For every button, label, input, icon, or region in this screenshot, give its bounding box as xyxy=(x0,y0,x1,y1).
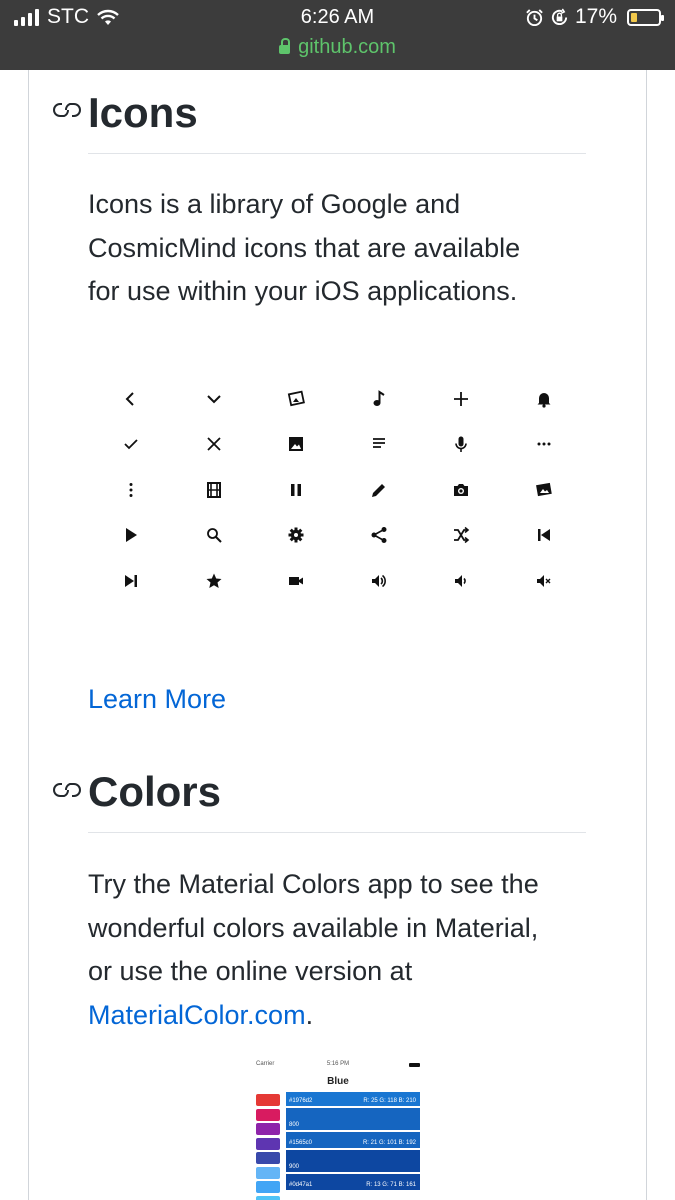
color-swatch xyxy=(256,1166,280,1179)
url-text: github.com xyxy=(298,36,396,58)
shade-label: #0d47a1 xyxy=(289,1182,313,1188)
image-icon xyxy=(255,422,338,468)
movie-icon xyxy=(173,467,256,513)
play-icon xyxy=(90,513,173,559)
icons-description-line: Icons is a library of Google and xyxy=(88,189,461,219)
plus-icon xyxy=(420,376,503,422)
section-heading-colors: Colors xyxy=(88,768,222,815)
battery-percent: 17% xyxy=(574,5,617,28)
preview-battery-icon xyxy=(409,1063,420,1067)
skip-forward-icon xyxy=(90,558,173,604)
color-swatch xyxy=(256,1137,280,1150)
volume-up-icon xyxy=(338,558,421,604)
pencil-icon xyxy=(338,467,421,513)
color-swatch xyxy=(256,1123,280,1135)
address-bar[interactable]: github.com xyxy=(0,36,675,59)
color-shade-row: #1976d2 R: 25 G: 118 B: 210 xyxy=(286,1092,420,1106)
orientation-lock-icon xyxy=(551,8,568,25)
shade-label: #1976d2 xyxy=(289,1098,313,1104)
shade-rgb: R: 21 G: 101 B: 192 xyxy=(362,1140,416,1146)
shade-rgb: R: 25 G: 118 B: 210 xyxy=(363,1098,416,1104)
shade-label: 800 xyxy=(289,1122,300,1128)
shade-label: 900 xyxy=(289,1164,300,1170)
link-anchor-icon[interactable] xyxy=(52,100,82,120)
link-anchor-icon[interactable] xyxy=(52,780,82,800)
colors-description-line: Try the Material Colors app to see the xyxy=(88,869,539,899)
volume-off-icon xyxy=(503,558,586,604)
color-shade-row: 900 xyxy=(286,1150,420,1172)
icons-description-line: CosmicMind icons that are available xyxy=(88,232,521,263)
color-swatch xyxy=(256,1152,280,1164)
sentence-period: . xyxy=(305,999,314,1030)
materialcolor-link[interactable]: MaterialColor.com xyxy=(88,1000,306,1030)
photo-library-icon xyxy=(503,467,586,513)
volume-down-icon xyxy=(420,558,503,604)
camera-icon xyxy=(420,467,503,513)
heading-divider xyxy=(88,832,586,833)
preview-time: 5:16 PM xyxy=(326,1061,350,1067)
microphone-icon xyxy=(420,422,503,468)
color-shade-row: #1565c0 R: 21 G: 101 B: 192 xyxy=(286,1132,420,1148)
color-swatch xyxy=(256,1108,280,1121)
battery-icon xyxy=(627,8,664,26)
more-vertical-icon xyxy=(90,467,173,513)
heading-divider xyxy=(88,153,586,154)
search-icon xyxy=(173,513,256,559)
preview-title: Blue xyxy=(327,1076,349,1087)
chevron-left-icon xyxy=(90,376,173,422)
bell-icon xyxy=(503,376,586,422)
icons-description-line: for use within your iOS applications. xyxy=(88,276,518,306)
settings-icon xyxy=(255,513,338,559)
shade-label: #1565c0 xyxy=(289,1140,313,1146)
alarm-icon xyxy=(526,8,543,26)
share-icon xyxy=(338,513,421,559)
music-note-icon xyxy=(338,376,421,422)
skip-back-icon xyxy=(503,513,586,559)
more-horizontal-icon xyxy=(503,422,586,468)
colors-description: Try the Material Colors app to see the w… xyxy=(88,863,586,1037)
lock-icon xyxy=(279,38,291,54)
learn-more-link[interactable]: Learn More xyxy=(88,684,586,715)
video-icon xyxy=(255,558,338,604)
pause-icon xyxy=(255,467,338,513)
material-colors-app-screenshot: Carrier 5:16 PM Blue #1976d2 R: 25 G: 118… xyxy=(254,1058,422,1200)
icons-preview-grid xyxy=(90,376,585,606)
photo-library-icon xyxy=(255,376,338,422)
shade-rgb: R: 13 G: 71 B: 161 xyxy=(366,1182,416,1188)
icons-description: Icons is a library of Google and CosmicM… xyxy=(88,183,586,314)
colors-description-line: MaterialColor.com. xyxy=(88,994,586,1038)
colors-description-line: or use the online version at xyxy=(88,956,413,986)
chevron-down-icon xyxy=(173,376,256,422)
check-icon xyxy=(90,422,173,468)
menu-lines-icon xyxy=(338,422,421,468)
shuffle-icon xyxy=(420,513,503,559)
star-icon xyxy=(173,558,256,604)
section-heading-icons: Icons xyxy=(88,89,198,136)
color-shade-row: 800 xyxy=(286,1108,420,1130)
color-swatch xyxy=(256,1181,280,1193)
color-swatch xyxy=(256,1195,280,1200)
color-shade-row: #0d47a1 R: 13 G: 71 B: 161 xyxy=(286,1174,420,1190)
status-bar: STC 6:26 AM 17% github.com xyxy=(0,0,675,70)
close-icon xyxy=(173,422,256,468)
color-swatch xyxy=(256,1094,280,1106)
colors-description-line: wonderful colors available in Material, xyxy=(88,912,539,943)
